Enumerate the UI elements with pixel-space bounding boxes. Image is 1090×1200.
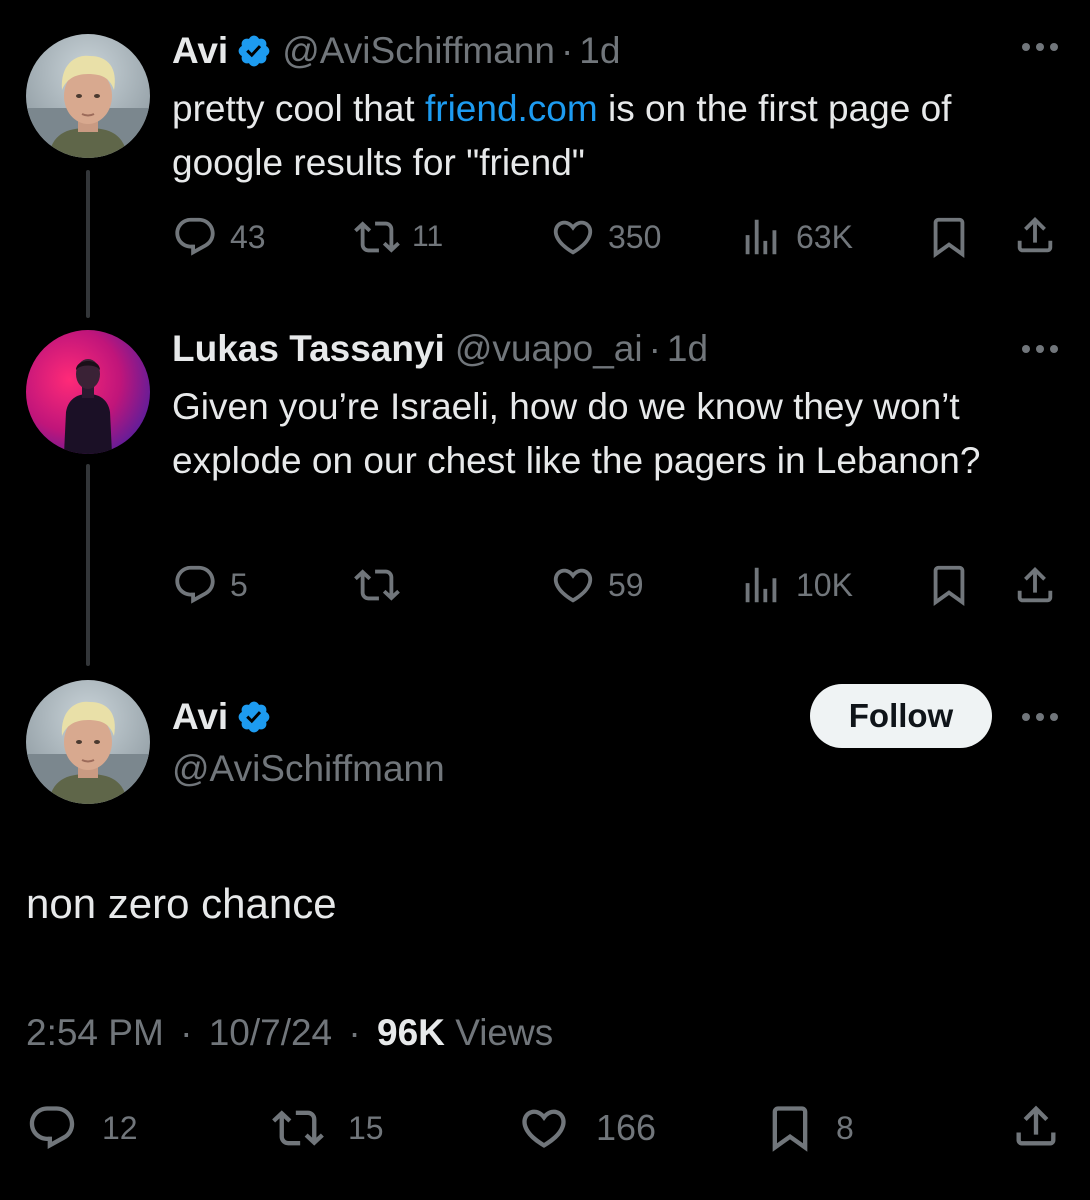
retweet-button[interactable]: 11 — [354, 214, 443, 260]
thread-connector — [86, 464, 90, 666]
share-icon — [1012, 562, 1058, 608]
timestamp[interactable]: 1d — [579, 30, 620, 72]
like-count: 350 — [608, 218, 662, 255]
like-button[interactable]: 350 — [550, 214, 661, 260]
avatar[interactable] — [26, 680, 150, 804]
bookmark-button[interactable]: 8 — [764, 1102, 854, 1154]
author-handle[interactable]: @vuapo_ai — [455, 328, 643, 370]
reply-count: 43 — [230, 218, 266, 255]
bookmark-icon — [764, 1102, 816, 1154]
author-name[interactable]: Avi — [172, 696, 228, 738]
tweet-link[interactable]: friend.com — [425, 88, 598, 129]
reply-button[interactable]: 5 — [172, 562, 248, 608]
avatar[interactable] — [26, 330, 150, 454]
retweet-button[interactable] — [354, 562, 412, 608]
retweet-icon — [272, 1102, 324, 1154]
views-button[interactable]: 63K — [738, 214, 853, 260]
tweet-meta: 2:54 PM · 10/7/24 · 96K Views — [26, 1012, 553, 1054]
like-icon — [518, 1102, 570, 1154]
bookmark-button[interactable] — [926, 562, 972, 608]
share-icon — [1012, 212, 1058, 258]
retweet-icon — [354, 562, 400, 608]
reply-icon — [26, 1102, 78, 1154]
like-button[interactable]: 59 — [550, 562, 644, 608]
reply-icon — [172, 562, 218, 608]
reply-button[interactable]: 12 — [26, 1102, 138, 1154]
like-count: 166 — [596, 1107, 657, 1148]
views-icon — [738, 562, 784, 608]
reply-icon — [172, 214, 218, 260]
bookmark-button[interactable] — [926, 214, 972, 260]
tweet-text: Given you’re Israeli, how do we know the… — [172, 386, 981, 481]
retweet-icon — [354, 214, 400, 260]
views-count: 63K — [796, 218, 853, 255]
more-options-icon[interactable] — [1018, 704, 1062, 736]
more-options-icon[interactable] — [1018, 34, 1062, 66]
bookmark-icon — [926, 562, 972, 608]
views-count: 10K — [796, 566, 853, 603]
separator-dot: · — [648, 328, 661, 369]
timestamp[interactable]: 1d — [667, 328, 708, 370]
share-icon — [1010, 1100, 1062, 1152]
retweet-count: 11 — [412, 220, 444, 253]
like-icon — [550, 562, 596, 608]
share-button[interactable] — [1012, 212, 1058, 258]
reply-count: 5 — [230, 566, 248, 603]
avatar[interactable] — [26, 34, 150, 158]
views-label: Views — [455, 1012, 554, 1053]
bookmark-icon — [926, 214, 972, 260]
views-icon — [738, 214, 784, 260]
main-author-name-row: Avi — [172, 696, 272, 738]
like-count: 59 — [608, 566, 644, 603]
separator-dot: · — [348, 1012, 361, 1053]
tweet-text: pretty cool that friend.com is on the fi… — [172, 82, 1052, 190]
author-name[interactable]: Avi — [172, 30, 228, 72]
tweet-date[interactable]: 10/7/24 — [209, 1012, 332, 1053]
reply-count: 12 — [102, 1109, 138, 1146]
retweet-button[interactable]: 15 — [272, 1102, 384, 1154]
author-handle[interactable]: @AviSchiffmann — [282, 30, 555, 72]
views-count: 96K — [377, 1012, 445, 1053]
thread-connector — [86, 170, 90, 318]
author-handle[interactable]: @AviSchiffmann — [172, 748, 445, 790]
main-tweet-text: non zero chance — [26, 880, 337, 927]
like-icon — [550, 214, 596, 260]
author-name[interactable]: Lukas Tassanyi — [172, 328, 445, 370]
tweet-header: Avi @AviSchiffmann · 1d — [172, 30, 620, 72]
verified-badge-icon — [236, 699, 272, 735]
tweet-text-part: pretty cool that — [172, 88, 425, 129]
like-button[interactable]: 166 — [518, 1102, 656, 1154]
separator-dot: · — [180, 1012, 193, 1053]
share-button[interactable] — [1010, 1100, 1062, 1152]
reply-button[interactable]: 43 — [172, 214, 266, 260]
views-button[interactable]: 10K — [738, 562, 853, 608]
separator-dot: · — [560, 30, 574, 71]
share-button[interactable] — [1012, 562, 1058, 608]
verified-badge-icon — [236, 33, 272, 69]
bookmark-count: 8 — [836, 1109, 854, 1146]
tweet-time[interactable]: 2:54 PM — [26, 1012, 164, 1053]
tweet-header: Lukas Tassanyi @vuapo_ai · 1d — [172, 328, 708, 370]
follow-button[interactable]: Follow — [810, 684, 992, 748]
more-options-icon[interactable] — [1018, 336, 1062, 368]
retweet-count: 15 — [348, 1109, 384, 1146]
